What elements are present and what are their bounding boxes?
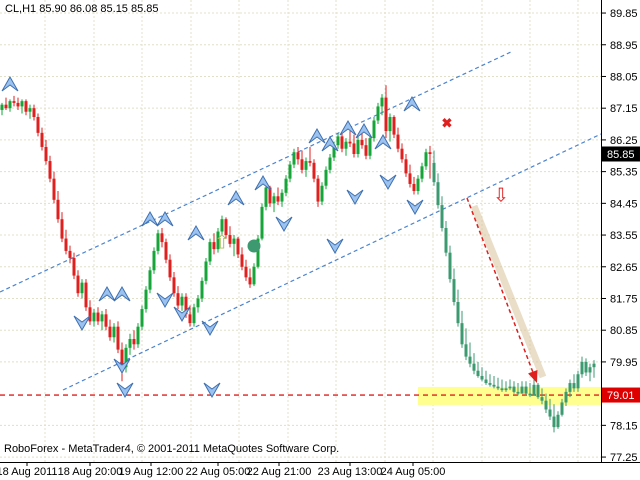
forecast-arrow-shadow bbox=[474, 206, 543, 377]
price-axis-label: 83.55 bbox=[610, 230, 638, 242]
fractal-up-icon bbox=[2, 77, 18, 91]
candles bbox=[1, 85, 596, 432]
time-axis-label: 18 Aug 20:00 bbox=[58, 466, 123, 478]
price-axis-label: 80.85 bbox=[610, 325, 638, 337]
price-axis-label: 82.65 bbox=[610, 262, 638, 274]
svg-text:85.85: 85.85 bbox=[607, 149, 635, 161]
fractal-up-icon bbox=[157, 212, 173, 226]
fractal-down-arrows[interactable] bbox=[74, 175, 423, 397]
fractal-up-icon bbox=[99, 287, 115, 301]
fractal-down-icon bbox=[380, 175, 396, 189]
price-axis-label: 85.35 bbox=[610, 167, 638, 179]
target-price-badge: 79.01 bbox=[602, 388, 640, 403]
time-axis-label: 18 Aug 2011 bbox=[0, 466, 57, 478]
hollow-down-arrow-icon[interactable]: ⇩ bbox=[493, 186, 509, 207]
svg-text:79.01: 79.01 bbox=[607, 390, 635, 402]
chart-canvas[interactable]: ✖ ⇩ ⇧ 89.85 88.95 88.05 87.15 86.25 85.35 84.45 83… bbox=[0, 0, 640, 480]
fractal-up-icon bbox=[356, 124, 372, 138]
price-axis-label: 79.95 bbox=[610, 357, 638, 369]
chart-ohlc-title: CL,H1 85.90 86.08 85.15 85.85 bbox=[5, 3, 159, 15]
fractal-up-icon bbox=[309, 129, 325, 143]
price-axis-label: 81.75 bbox=[610, 293, 638, 305]
fractal-down-icon bbox=[202, 321, 218, 335]
mt4-chart-window: CL,H1 85.90 86.08 85.15 85.85 RoboForex … bbox=[0, 0, 640, 480]
price-axis-label: 87.15 bbox=[610, 103, 638, 115]
current-price-badge: 85.85 bbox=[602, 146, 640, 161]
price-axis-label: 84.45 bbox=[610, 198, 638, 210]
price-axis-label: 88.05 bbox=[610, 71, 638, 83]
fractal-up-icon bbox=[255, 176, 271, 190]
fractal-down-icon bbox=[157, 293, 173, 307]
price-axis-label: 86.25 bbox=[610, 135, 638, 147]
time-axis-label: 24 Aug 05:00 bbox=[381, 466, 446, 478]
fractal-down-icon bbox=[276, 217, 292, 231]
pivot-dot-icon[interactable] bbox=[248, 240, 261, 253]
fractal-down-icon bbox=[407, 200, 423, 214]
time-axis: 18 Aug 201118 Aug 20:0019 Aug 12:0022 Au… bbox=[0, 462, 445, 478]
price-axis-label: 89.85 bbox=[610, 8, 638, 20]
forecast-arrow[interactable] bbox=[467, 198, 543, 383]
time-axis-label: 23 Aug 13:00 bbox=[318, 466, 383, 478]
fractal-up-icon bbox=[404, 97, 420, 111]
price-axis-label: 77.25 bbox=[610, 452, 638, 464]
time-axis-label: 22 Aug 21:00 bbox=[247, 466, 312, 478]
fractal-down-icon bbox=[347, 190, 363, 204]
fractal-up-arrows[interactable] bbox=[2, 77, 420, 301]
channel-lower-line[interactable] bbox=[63, 134, 601, 390]
price-axis-label: 78.15 bbox=[610, 420, 638, 432]
time-axis-label: 19 Aug 12:00 bbox=[119, 466, 184, 478]
trend-channel[interactable] bbox=[0, 51, 601, 390]
hollow-up-arrow-icon[interactable]: ⇧ bbox=[214, 233, 230, 254]
x-mark-icon[interactable]: ✖ bbox=[442, 116, 453, 131]
forecast-arrowhead bbox=[528, 370, 537, 383]
price-axis-label: 88.95 bbox=[610, 40, 638, 52]
time-axis-label: 22 Aug 05:00 bbox=[186, 466, 251, 478]
copyright-watermark: RoboForex - MetaTrader4, © 2001-2011 Met… bbox=[4, 443, 339, 455]
fractal-down-icon bbox=[74, 316, 90, 330]
fractal-up-icon bbox=[340, 121, 356, 135]
fractal-up-icon bbox=[188, 226, 204, 240]
fractal-down-icon bbox=[327, 239, 343, 253]
fractal-up-icon bbox=[375, 135, 391, 149]
